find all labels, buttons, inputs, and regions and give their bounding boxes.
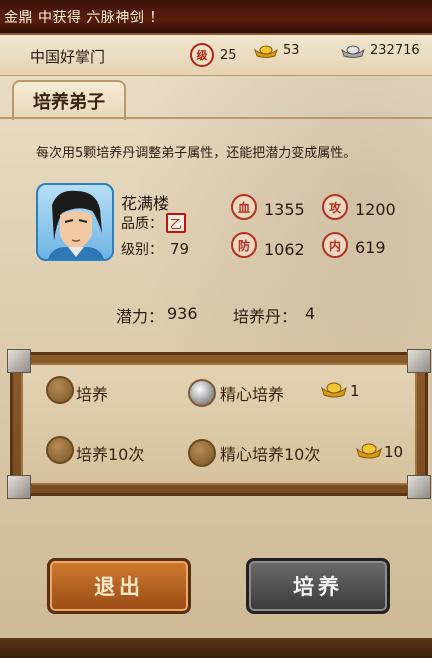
corner-ornament	[7, 475, 31, 499]
tab-divider	[0, 117, 432, 119]
defense-value: 1062	[264, 240, 305, 259]
tab-train-disciple[interactable]: 培养弟子	[12, 80, 126, 120]
pill-label: 培养丹：	[233, 307, 298, 326]
potential-value: 936	[167, 304, 198, 323]
quality-badge: 乙	[166, 213, 186, 233]
option-careful-train-10-radio[interactable]	[188, 439, 216, 467]
description-text: 每次用5颗培养丹调整弟子属性，还能把潜力变成属性。	[36, 146, 357, 161]
disciple-avatar[interactable]	[36, 183, 114, 261]
gold-ingot-icon	[254, 45, 278, 58]
careful-train-10-cost: 10	[384, 443, 404, 461]
ticker-text: 金鼎 中获得 六脉神剑 ！	[4, 10, 164, 26]
gold-ingot-icon	[321, 382, 347, 398]
attack-icon: 攻	[322, 194, 348, 220]
exit-button[interactable]: 退出	[47, 558, 191, 614]
bottom-nav-strip	[0, 638, 432, 658]
hp-value: 1355	[264, 200, 305, 219]
level-label: 级别：	[121, 242, 163, 258]
resource-bar: 中国好掌门 级 25 53 232716	[0, 35, 432, 76]
level-value: 79	[170, 240, 190, 258]
corner-ornament	[407, 349, 431, 373]
option-train-label[interactable]: 培养	[76, 381, 108, 405]
potential-label: 潜力：	[116, 307, 165, 326]
pill-value: 4	[305, 304, 316, 323]
hp-icon: 血	[231, 194, 257, 220]
player-level: 级 25	[190, 43, 237, 67]
level-badge-icon: 级	[190, 43, 214, 67]
option-careful-train-radio[interactable]	[188, 379, 216, 407]
quality-label: 品质：	[121, 216, 163, 232]
option-train-10-label[interactable]: 培养10次	[76, 441, 144, 465]
player-level-value: 25	[220, 47, 237, 63]
corner-ornament	[7, 349, 31, 373]
inner-power-icon: 内	[322, 232, 348, 258]
option-train-radio[interactable]	[46, 376, 74, 404]
train-button[interactable]: 培养	[246, 558, 390, 614]
announcement-ticker: 金鼎 中获得 六脉神剑 ！	[0, 0, 432, 35]
option-careful-train-label[interactable]: 精心培养	[220, 381, 284, 405]
gold-ingot-icon	[356, 443, 382, 459]
option-train-10-radio[interactable]	[46, 436, 74, 464]
option-careful-train-10-label[interactable]: 精心培养10次	[220, 441, 320, 465]
training-options-panel	[7, 349, 431, 499]
defense-icon: 防	[231, 232, 257, 258]
corner-ornament	[407, 475, 431, 499]
careful-train-cost: 1	[350, 382, 360, 400]
gold-value: 53	[283, 43, 300, 58]
sect-name: 中国好掌门	[30, 48, 106, 66]
gold-resource: 53	[253, 43, 300, 58]
disciple-name: 花满楼	[121, 194, 170, 213]
silver-resource: 232716	[340, 43, 420, 58]
silver-value: 232716	[370, 43, 420, 58]
attack-value: 1200	[355, 200, 396, 219]
silver-ingot-icon	[341, 45, 365, 58]
inner-power-value: 619	[355, 238, 386, 257]
disciple-portrait-icon	[48, 190, 104, 259]
